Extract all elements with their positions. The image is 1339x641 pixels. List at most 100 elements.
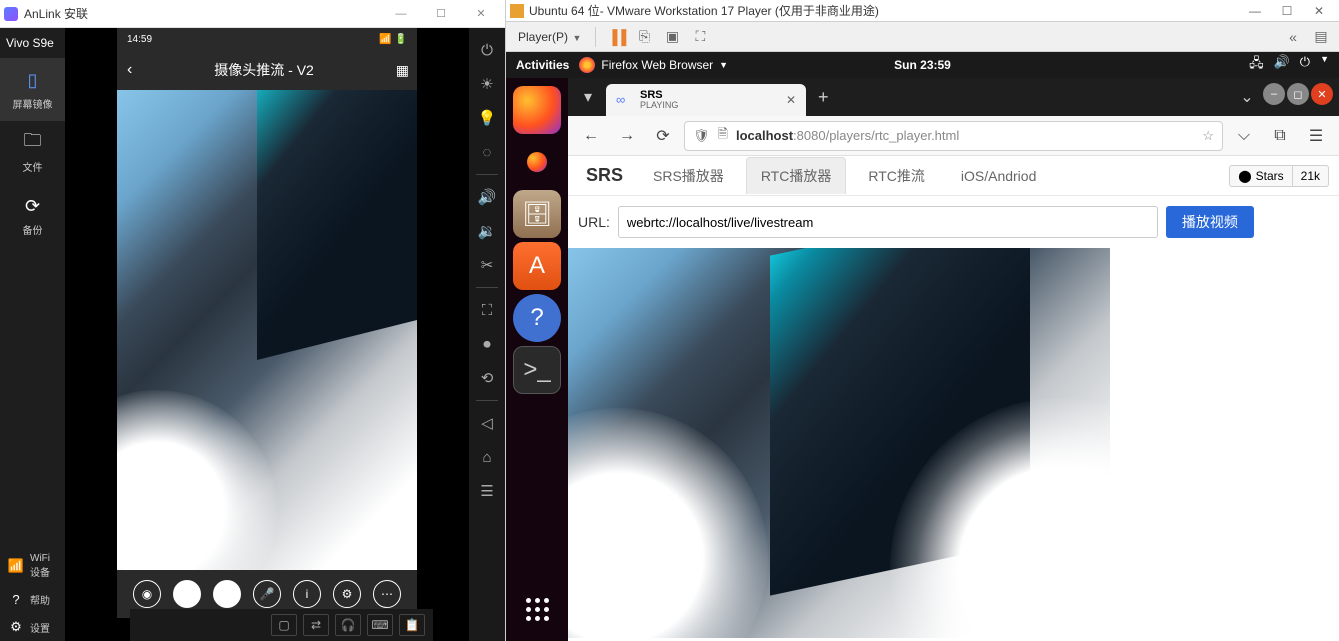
rotate-icon[interactable]: ⟲	[473, 364, 501, 392]
sidebar-item-help[interactable]: ? 帮助	[0, 585, 65, 613]
record-button[interactable]: ◉	[133, 580, 161, 608]
qr-icon[interactable]: ▦	[396, 62, 407, 79]
dock-files[interactable]: 🗄	[513, 190, 561, 238]
camera-toggle-button[interactable]	[173, 580, 201, 608]
clipboard-button[interactable]: 📋	[399, 614, 425, 636]
capture-button[interactable]	[213, 580, 241, 608]
clock[interactable]: Sun 23:59	[894, 58, 951, 72]
firefox-nav-bar: ← → ⟳ 🛡 🗎 localhost:8080/players/rtc_pla…	[568, 116, 1339, 156]
network-icon[interactable]: 🖧	[1249, 54, 1264, 76]
window-close-button[interactable]: ✕	[1311, 83, 1333, 105]
dock-terminal[interactable]: >_	[513, 346, 561, 394]
srs-video-player[interactable]	[568, 248, 1110, 638]
vmware-logo-icon	[510, 4, 524, 18]
volume-up-icon[interactable]: 🔊	[473, 183, 501, 211]
tab-subtitle: PLAYING	[640, 101, 678, 111]
sidebar-item-wifi[interactable]: 📶 WiFi设备	[0, 547, 65, 585]
shield-icon[interactable]: 🛡	[693, 128, 710, 144]
srs-brand[interactable]: SRS	[578, 165, 631, 186]
power-icon[interactable]: ⏻	[473, 36, 501, 64]
bookmark-star-icon[interactable]: ☆	[1202, 128, 1214, 144]
settings-button[interactable]: ⚙	[333, 580, 361, 608]
sidebar-item-mirror[interactable]: ▯ 屏幕镜像	[0, 58, 65, 121]
maximize-button[interactable]: ☐	[421, 0, 461, 28]
nav-forward-button[interactable]: →	[612, 121, 642, 151]
phone-camera-feed	[117, 90, 417, 570]
tab-srs-player[interactable]: SRS播放器	[639, 158, 738, 194]
info-button[interactable]: i	[293, 580, 321, 608]
help-icon: ?	[8, 591, 24, 607]
pocket-icon[interactable]: ⌵	[1229, 121, 1259, 151]
srs-navbar: SRS SRS播放器 RTC播放器 RTC推流 iOS/Andriod ⬤Sta…	[568, 156, 1339, 196]
audio-button[interactable]: 🎧	[335, 614, 361, 636]
screenshot-icon[interactable]: ✂	[473, 251, 501, 279]
sidebar-toggle-button[interactable]: ▤	[1309, 25, 1333, 49]
site-info-icon[interactable]: 🗎	[718, 125, 728, 147]
activities-button[interactable]: Activities	[516, 58, 569, 72]
sidebar-item-files[interactable]: 🗀 文件	[0, 121, 65, 184]
back-icon[interactable]: ‹	[127, 61, 132, 79]
pause-vm-button[interactable]: ▐▐	[604, 25, 628, 49]
volume-icon[interactable]: 🔊	[1274, 54, 1290, 76]
github-stars-count: 21k	[1293, 165, 1329, 187]
github-stars-badge[interactable]: ⬤Stars 21k	[1229, 165, 1329, 187]
tab-rtc-push[interactable]: RTC推流	[854, 158, 939, 194]
gear-icon: ⚙	[8, 619, 24, 635]
device-label[interactable]: Vivo S9e	[0, 28, 65, 58]
microphone-button[interactable]: 🎤	[253, 580, 281, 608]
close-button[interactable]: ✕	[1303, 0, 1335, 22]
dock-help[interactable]: ?	[513, 294, 561, 342]
chevrons-icon[interactable]: «	[1281, 25, 1305, 49]
brightness-icon[interactable]: ☀	[473, 70, 501, 98]
dock-firefox[interactable]	[513, 86, 561, 134]
hamburger-menu-icon[interactable]: ☰	[1301, 121, 1331, 151]
lightbulb-off-icon[interactable]: ◌	[473, 138, 501, 166]
maximize-button[interactable]: ☐	[1271, 0, 1303, 22]
phone-frame[interactable]: 14:59 📶 🔋 ‹ 摄像头推流 - V2 ▦ ◉ 🎤	[117, 28, 417, 618]
crop-icon[interactable]: ⛶	[473, 296, 501, 324]
tab-ios-android[interactable]: iOS/Andriod	[947, 160, 1050, 192]
keyboard-button[interactable]: ⌨	[367, 614, 393, 636]
nav-reload-button[interactable]: ⟳	[648, 121, 678, 151]
play-video-button[interactable]: 播放视频	[1166, 206, 1254, 238]
tab-history-button[interactable]: ▾	[574, 83, 602, 111]
vmware-titlebar: Ubuntu 64 位- VMware Workstation 17 Playe…	[506, 0, 1339, 22]
extensions-icon[interactable]: ⧉	[1265, 121, 1295, 151]
volume-down-icon[interactable]: 🔉	[473, 217, 501, 245]
unity-button[interactable]: ▣	[660, 25, 684, 49]
url-bar[interactable]: 🛡 🗎 localhost:8080/players/rtc_player.ht…	[684, 121, 1223, 151]
dropdown-icon: ▼	[570, 33, 581, 43]
window-maximize-button[interactable]: ◻	[1287, 83, 1309, 105]
send-ctrl-alt-del-button[interactable]: ⎘	[632, 25, 656, 49]
minimize-button[interactable]: —	[381, 0, 421, 28]
tabs-dropdown-icon[interactable]: ⌄	[1233, 83, 1261, 111]
more-button[interactable]: ⋯	[373, 580, 401, 608]
tab-rtc-player[interactable]: RTC播放器	[746, 157, 847, 194]
fullscreen-button[interactable]: ⛶	[688, 25, 712, 49]
nav-back-button[interactable]: ←	[576, 121, 606, 151]
dock-firefox-2[interactable]	[513, 138, 561, 186]
android-recents-icon[interactable]: ☰	[473, 477, 501, 505]
new-tab-button[interactable]: +	[810, 87, 837, 108]
minimize-button[interactable]: —	[1239, 0, 1271, 22]
connection-button[interactable]: ⇄	[303, 614, 329, 636]
tip-icon[interactable]: 💡	[473, 104, 501, 132]
tab-srs[interactable]: ∞ SRS PLAYING ✕	[606, 84, 806, 116]
tab-close-icon[interactable]: ✕	[786, 93, 796, 107]
player-menu[interactable]: Player(P) ▼	[512, 28, 587, 46]
window-mode-button[interactable]: ▢	[271, 614, 297, 636]
power-icon[interactable]: ⏻	[1300, 54, 1310, 76]
close-button[interactable]: ✕	[461, 0, 501, 28]
srs-url-row: URL: 播放视频	[568, 196, 1339, 248]
android-back-icon[interactable]: ◁	[473, 409, 501, 437]
record-icon[interactable]: ⏺	[473, 330, 501, 358]
android-home-icon[interactable]: ⌂	[473, 443, 501, 471]
active-app-indicator[interactable]: Firefox Web Browser ▼	[579, 57, 728, 73]
sidebar-item-backup[interactable]: ⟳ 备份	[0, 184, 65, 247]
dock-show-apps[interactable]	[513, 585, 561, 633]
stream-url-input[interactable]	[618, 206, 1158, 238]
dock-software[interactable]: A	[513, 242, 561, 290]
system-tray[interactable]: 🖧 🔊 ⏻ ▼	[1249, 54, 1329, 76]
window-minimize-button[interactable]: –	[1263, 83, 1285, 105]
sidebar-item-settings[interactable]: ⚙ 设置	[0, 613, 65, 641]
